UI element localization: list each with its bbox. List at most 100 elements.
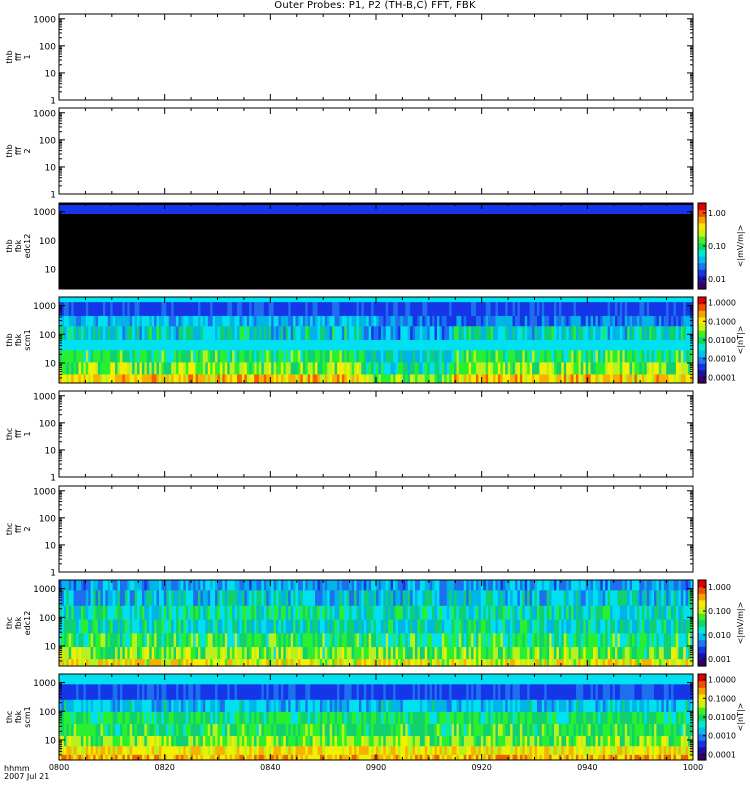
x-tick-label: 0820 xyxy=(154,763,174,772)
colorbar-tick-label: 0.0001 xyxy=(708,373,736,382)
y-tick-label: 1 xyxy=(50,474,56,484)
panel-label-line: fbk xyxy=(14,616,23,629)
panel-label-line: thb xyxy=(5,239,14,252)
panel-label: thcfff2 xyxy=(5,523,32,536)
colorbar-unit: <|nT|> xyxy=(736,326,745,355)
colorbar-tick-label: 0.1000 xyxy=(708,694,736,703)
panel-label-line: thc xyxy=(5,617,14,630)
colorbar-swatch xyxy=(698,747,706,754)
colorbar-swatch xyxy=(698,606,706,613)
y-tick-label: 100 xyxy=(39,419,56,429)
y-tick-label: 100 xyxy=(39,614,56,624)
colorbar-tick-label: 0.0010 xyxy=(708,355,736,364)
colorbar-swatch xyxy=(698,357,706,364)
y-tick-label: 10 xyxy=(45,265,57,275)
figure: Outer Probes: P1, P2 (TH-B,C) FFT, FBK 1… xyxy=(0,0,750,800)
panel-thb-fbk-scm1: 100010010thbfbkscm11.00000.10000.01000.0… xyxy=(5,297,745,384)
y-tick-label: 1000 xyxy=(33,208,56,218)
colorbar-swatch xyxy=(698,646,706,653)
y-tick-label: 10 xyxy=(45,446,57,456)
panel-label-line: fff xyxy=(14,430,23,439)
panel-label-line: fff xyxy=(14,525,23,534)
colorbar: 1.00000.10000.01000.00100.0001<|nT|> xyxy=(698,674,745,761)
panel-label-line: edc12 xyxy=(23,234,32,259)
x-tick-label: 0920 xyxy=(471,763,491,772)
colorbar-swatch xyxy=(698,720,706,727)
panel-label-line: 2 xyxy=(23,148,32,153)
colorbar-tick-label: 1.0000 xyxy=(708,676,736,685)
colorbar-swatch xyxy=(698,620,706,627)
colorbar-swatch xyxy=(698,330,706,337)
colorbar: 1.00000.10000.01000.00100.0001<|nT|> xyxy=(698,297,745,384)
colorbar-swatch xyxy=(698,249,706,256)
colorbar-tick-label: 0.0001 xyxy=(708,750,736,759)
colorbar-swatch xyxy=(698,223,706,230)
colorbar-swatch xyxy=(698,727,706,734)
y-tick-label: 100 xyxy=(39,237,56,247)
panel-thc-fbk-scm1: 100010010thcfbkscm11.00000.10000.01000.0… xyxy=(5,674,745,761)
colorbar-swatch xyxy=(698,317,706,324)
panel-fill-black xyxy=(59,203,693,289)
panel-label-line: scm1 xyxy=(23,706,32,727)
y-tick-label: 1000 xyxy=(33,109,56,119)
spectrogram-cells xyxy=(59,580,694,667)
panel-frame xyxy=(59,14,693,100)
panel-label: thbfbkedc12 xyxy=(5,234,32,259)
colorbar-tick-label: 0.010 xyxy=(708,631,731,640)
x-tick-label: 0840 xyxy=(260,763,280,772)
y-tick-label: 100 xyxy=(39,136,56,146)
colorbar-unit: <|nT|> xyxy=(736,703,745,732)
colorbar-swatch xyxy=(698,323,706,330)
colorbar-swatch xyxy=(698,734,706,741)
x-tick-label: 0900 xyxy=(366,763,386,772)
panel-label: thcfbkedc12 xyxy=(5,611,32,636)
colorbar-swatch xyxy=(698,580,706,587)
colorbar-swatch xyxy=(698,740,706,747)
colorbar-unit-label: <|mV/m|> xyxy=(736,602,745,645)
colorbar-swatch xyxy=(698,626,706,633)
colorbar-swatch xyxy=(698,681,706,688)
colorbar-swatch xyxy=(698,687,706,694)
panel-thc-fff1: 1000100101thcfff1 xyxy=(5,391,693,484)
colorbar: 1.000.100.01<|mV/m|> xyxy=(698,203,745,290)
colorbar-unit: <|mV/m|> xyxy=(736,602,745,645)
colorbar-swatch xyxy=(698,310,706,317)
panel-frame xyxy=(59,391,693,477)
y-tick-label: 10 xyxy=(45,736,57,746)
y-tick-label: 1000 xyxy=(33,392,56,402)
panel-label: thbfff1 xyxy=(5,50,32,63)
colorbar-swatch xyxy=(698,229,706,236)
panel-label-line: thb xyxy=(5,50,14,63)
panel-label-line: thb xyxy=(5,144,14,157)
panel-thb-fff1: 1000 100 10 1thbfff1 xyxy=(5,14,693,107)
colorbar-swatch xyxy=(698,640,706,647)
panel-label-line: fff xyxy=(14,147,23,156)
panel-label-line: 1 xyxy=(23,54,32,59)
colorbar-swatch xyxy=(698,263,706,270)
colorbar-tick-label: 1.000 xyxy=(708,583,731,592)
colorbar-tick-label: 0.0100 xyxy=(708,713,736,722)
panel-label: thbfff2 xyxy=(5,144,32,157)
y-tick-label: 100 xyxy=(39,42,56,52)
colorbar-tick-label: 0.100 xyxy=(708,607,731,616)
y-tick-label: 1000 xyxy=(33,585,56,595)
panel-label-line: thc xyxy=(5,428,14,441)
colorbar-unit-label: <|mV/m|> xyxy=(736,225,745,268)
panel-thc-fff2: 1000100101thcfff2 xyxy=(5,486,693,579)
panel-thb-fbk-edc12: 1000 100 10 thbfbkedc12 1.000.100.01<|mV/m|> xyxy=(5,203,745,290)
panel-label: thcfbkscm1 xyxy=(5,706,32,727)
date-label: 2007 Jul 21 xyxy=(4,772,49,781)
y-tick-label: 10 xyxy=(45,69,57,79)
colorbar-unit-label: <|nT|> xyxy=(736,326,745,355)
panel-label-line: 1 xyxy=(23,431,32,436)
x-tick-label: 1000 xyxy=(683,763,703,772)
panel-label-line: 2 xyxy=(23,526,32,531)
colorbar: 1.0000.1000.0100.001<|mV/m|> xyxy=(698,580,745,667)
panel-thc-fbk-edc12: 100010010thcfbkedc121.0000.1000.0100.001… xyxy=(5,580,745,667)
colorbar-swatch xyxy=(698,593,706,600)
y-tick-label: 1000 xyxy=(33,15,56,25)
colorbar-tick-label: 0.1000 xyxy=(708,317,736,326)
colorbar-swatch xyxy=(698,587,706,594)
panel-frame xyxy=(59,108,693,194)
colorbar-swatch xyxy=(698,694,706,701)
